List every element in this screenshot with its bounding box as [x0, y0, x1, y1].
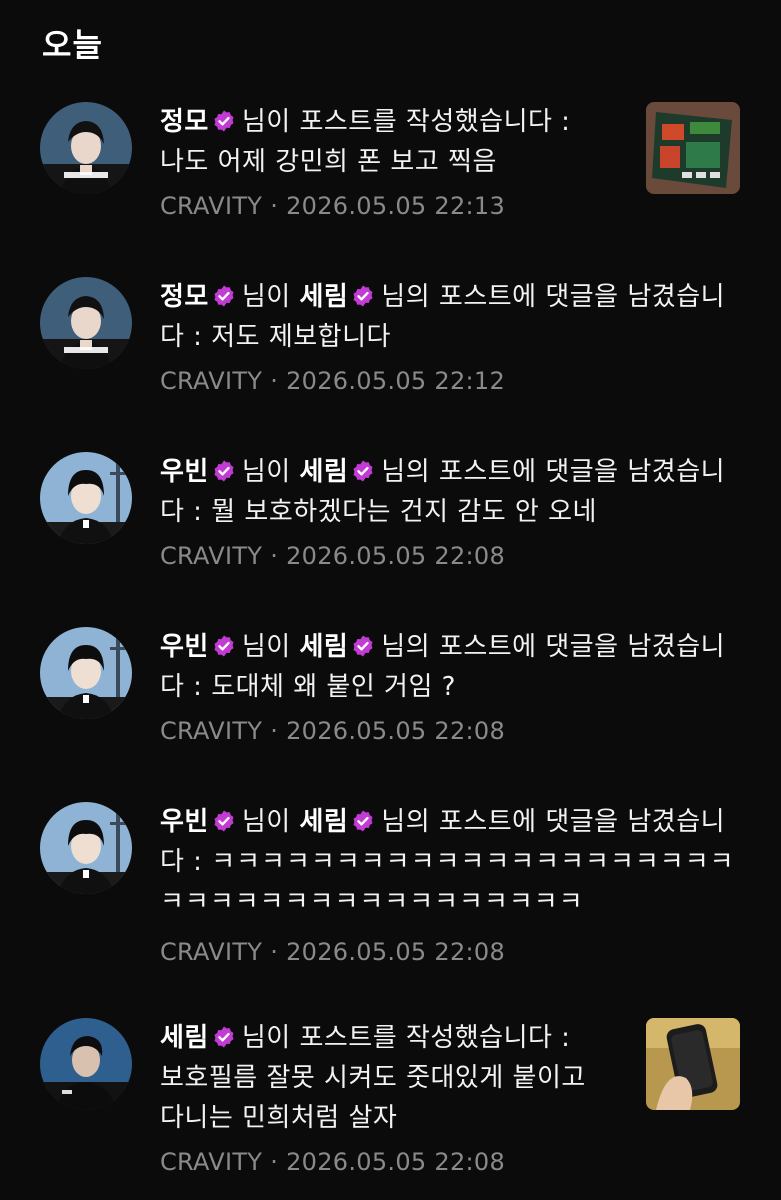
notification-action-prefix: 님이: [241, 807, 291, 837]
photo-thumbnail[interactable]: [646, 102, 740, 194]
meta-separator: ·: [262, 367, 287, 395]
woobin-avatar[interactable]: [40, 452, 132, 544]
target-name[interactable]: 세림: [299, 807, 348, 837]
serim-avatar[interactable]: [40, 1018, 132, 1110]
notification-action-prefix: 님이: [241, 282, 291, 312]
target-name[interactable]: 세림: [299, 282, 348, 312]
notification-text: 정모 님이 세림 님의 포스트에 댓글을 남겼습니다 : 저도 제보합니다 CRAV…: [160, 277, 740, 403]
verified-badge-icon: [214, 110, 234, 132]
meta-separator: ·: [262, 1148, 287, 1176]
target-name[interactable]: 세림: [299, 632, 348, 662]
notification-meta: CRAVITY · 2026.05.05 22:12: [160, 359, 740, 403]
notification-text: 우빈 님이 세림 님의 포스트에 댓글을 남겼습니다 : ㅋㅋㅋㅋㅋㅋㅋㅋㅋㅋㅋㅋㅋ…: [160, 802, 740, 974]
actor-name[interactable]: 우빈: [160, 632, 209, 662]
meta-separator: ·: [262, 542, 287, 570]
meta-separator: ·: [262, 938, 287, 966]
jungmo-avatar[interactable]: [40, 102, 132, 194]
actor-name[interactable]: 정모: [160, 282, 209, 312]
actor-name[interactable]: 세림: [160, 1023, 209, 1053]
timestamp: 2026.05.05 22:08: [286, 938, 506, 966]
target-name[interactable]: 세림: [299, 457, 348, 487]
notification-text: 정모 님이 포스트를 작성했습니다 : 나도 어제 강민희 폰 보고 찍음 CRA…: [160, 102, 610, 228]
notification-body: 뭘 보호하겠다는 건지 감도 안 오네: [211, 497, 597, 527]
notification-action: 님이 포스트를 작성했습니다 :: [241, 1023, 571, 1053]
group-name: CRAVITY: [160, 1148, 263, 1176]
notification-action-prefix: 님이: [241, 457, 291, 487]
verified-badge-icon: [214, 285, 234, 307]
notification-body: 나도 어제 강민희 폰 보고 찍음: [160, 147, 497, 177]
meta-separator: ·: [262, 717, 287, 745]
group-name: CRAVITY: [160, 192, 263, 220]
group-name: CRAVITY: [160, 938, 263, 966]
notification-meta: CRAVITY · 2026.05.05 22:08: [160, 709, 740, 753]
verified-badge-icon: [353, 635, 373, 657]
timestamp: 2026.05.05 22:08: [286, 1148, 506, 1176]
notification-text: 우빈 님이 세림 님의 포스트에 댓글을 남겼습니다 : 뭘 보호하겠다는 건지 감…: [160, 452, 740, 578]
notification-meta: CRAVITY · 2026.05.05 22:08: [160, 1140, 610, 1184]
verified-badge-icon: [214, 635, 234, 657]
timestamp: 2026.05.05 22:12: [286, 367, 506, 395]
group-name: CRAVITY: [160, 367, 263, 395]
phone-photo-thumbnail[interactable]: [646, 1018, 740, 1110]
notification-meta: CRAVITY · 2026.05.05 22:08: [160, 534, 740, 578]
verified-badge-icon: [214, 1026, 234, 1048]
notification-body: 도대체 왜 붙인 거임 ?: [211, 672, 456, 702]
timestamp: 2026.05.05 22:08: [286, 542, 506, 570]
jungmo-avatar[interactable]: [40, 277, 132, 369]
notification-body: ㅋㅋㅋㅋㅋㅋㅋㅋㅋㅋㅋㅋㅋㅋㅋㅋㅋㅋㅋㅋㅋㅋㅋㅋㅋㅋㅋㅋㅋㅋㅋㅋㅋㅋㅋㅋㅋㅋ: [160, 847, 735, 917]
notification-text: 우빈 님이 세림 님의 포스트에 댓글을 남겼습니다 : 도대체 왜 붙인 거임 ?…: [160, 627, 740, 753]
actor-name[interactable]: 우빈: [160, 457, 209, 487]
actor-name[interactable]: 우빈: [160, 807, 209, 837]
notification-body: 보호필름 잘못 시켜도 줏대있게 붙이고 다니는 민희처럼 살자: [160, 1063, 586, 1133]
notification-body: 저도 제보합니다: [211, 322, 391, 352]
notification-action: 님이 포스트를 작성했습니다 :: [241, 107, 571, 137]
verified-badge-icon: [353, 285, 373, 307]
timestamp: 2026.05.05 22:13: [286, 192, 506, 220]
group-name: CRAVITY: [160, 717, 263, 745]
actor-name[interactable]: 정모: [160, 107, 209, 137]
notification-meta: CRAVITY · 2026.05.05 22:13: [160, 184, 610, 228]
verified-badge-icon: [353, 460, 373, 482]
notification-meta: CRAVITY · 2026.05.05 22:08: [160, 930, 740, 974]
section-title: 오늘: [42, 26, 103, 64]
verified-badge-icon: [353, 810, 373, 832]
notification-action-prefix: 님이: [241, 632, 291, 662]
woobin-avatar[interactable]: [40, 802, 132, 894]
woobin-avatar[interactable]: [40, 627, 132, 719]
notification-text: 세림 님이 포스트를 작성했습니다 : 보호필름 잘못 시켜도 줏대있게 붙이고 …: [160, 1018, 610, 1184]
verified-badge-icon: [214, 460, 234, 482]
verified-badge-icon: [214, 810, 234, 832]
group-name: CRAVITY: [160, 542, 263, 570]
timestamp: 2026.05.05 22:08: [286, 717, 506, 745]
meta-separator: ·: [262, 192, 287, 220]
